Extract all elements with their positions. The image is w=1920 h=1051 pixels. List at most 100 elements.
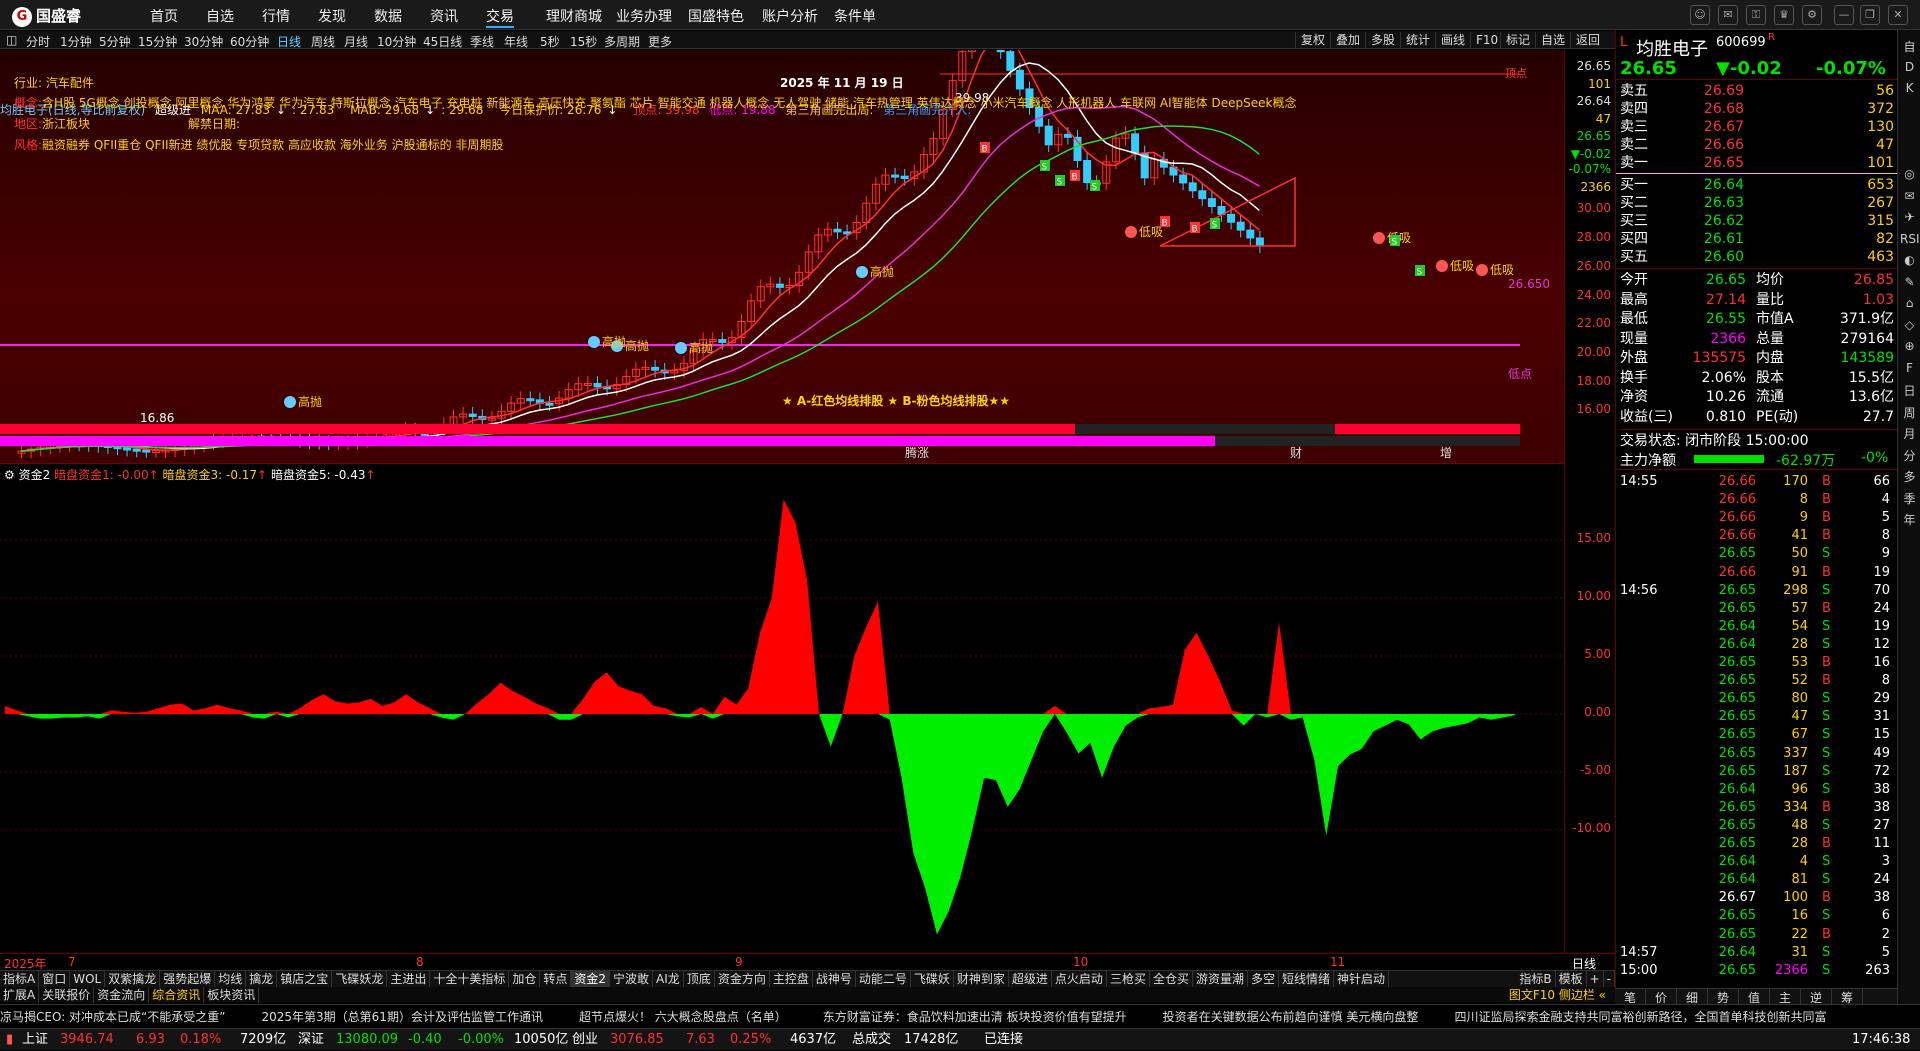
nav-6[interactable]: 交易 xyxy=(486,6,514,28)
indicator-tab-12[interactable]: 转点 xyxy=(540,971,572,987)
lock-icon[interactable]: ⚿ xyxy=(1746,5,1766,25)
chart-tool-3[interactable]: 统计 xyxy=(1400,32,1435,48)
nav-2[interactable]: 行情 xyxy=(262,6,290,26)
indicator-tab-19[interactable]: 战神号 xyxy=(813,971,856,987)
side-tool-14[interactable]: ⊕ xyxy=(1900,339,1919,353)
chart-tool-2[interactable]: 多股 xyxy=(1365,32,1400,48)
news-ticker[interactable]: 凉马揭CEO: 对冲成本已成“不能承受之重” 2025年第3期（总第61期）会计及… xyxy=(0,1004,1920,1028)
period-1[interactable]: 1分钟 xyxy=(60,33,92,50)
side-tool-8[interactable]: ✈ xyxy=(1900,210,1919,224)
indicator-tab-11[interactable]: 加仓 xyxy=(509,971,541,987)
nav-10[interactable]: 账户分析 xyxy=(762,6,818,26)
indicator-right-0[interactable]: 指标B xyxy=(1516,971,1556,987)
period-9[interactable]: 10分钟 xyxy=(377,33,416,50)
indicator-tab-15[interactable]: AI龙 xyxy=(653,971,684,987)
extension-tab-3[interactable]: 综合资讯 xyxy=(149,987,205,1003)
side-tool-17[interactable]: 周 xyxy=(1900,404,1919,421)
indicator-tab-0[interactable]: 指标A xyxy=(0,971,40,987)
period-3[interactable]: 15分钟 xyxy=(138,33,177,50)
period-0[interactable]: 分时 xyxy=(26,33,50,50)
indicator-tab-18[interactable]: 主控盘 xyxy=(770,971,813,987)
period-7[interactable]: 周线 xyxy=(311,33,335,50)
indicator-tab-10[interactable]: 十全十美指标 xyxy=(430,971,510,987)
news-item[interactable]: 东方财富证券：食品饮料加速出清 板块投资价值有望提升 xyxy=(823,1010,1127,1024)
side-tool-6[interactable]: ◎ xyxy=(1900,167,1919,181)
indicator-tab-28[interactable]: 多空 xyxy=(1248,971,1279,987)
indicator-tab-23[interactable]: 超级进 xyxy=(1009,971,1052,987)
indicator-right-1[interactable]: 模板 xyxy=(1556,971,1587,987)
side-tool-0[interactable]: 自 xyxy=(1900,38,1919,55)
side-tool-21[interactable]: 季 xyxy=(1900,490,1919,507)
chart-tool-7[interactable]: 自选 xyxy=(1535,32,1570,48)
nav-1[interactable]: 自选 xyxy=(206,6,234,26)
nav-8[interactable]: 业务办理 xyxy=(616,6,672,26)
indicator-tab-3[interactable]: 双紫擒龙 xyxy=(105,971,161,987)
indicator-tab-25[interactable]: 三枪买 xyxy=(1107,971,1150,987)
side-tool-1[interactable]: D xyxy=(1900,60,1919,74)
chart-tool-1[interactable]: 叠加 xyxy=(1330,32,1365,48)
period-16[interactable]: 更多 xyxy=(648,33,672,50)
indicator-tab-6[interactable]: 擒龙 xyxy=(246,971,278,987)
indicator-tab-5[interactable]: 均线 xyxy=(215,971,247,987)
period-2[interactable]: 5分钟 xyxy=(99,33,131,50)
fund-indicator-panel[interactable]: ⚙ 资金2 暗盘资金1: -0.00↑ 暗盘资金3: -0.17↑ 暗盘资金5:… xyxy=(0,463,1564,953)
chart-tool-4[interactable]: 画线 xyxy=(1435,32,1470,48)
news-item[interactable]: 凉马揭CEO: 对冲成本已成“不能承受之重” xyxy=(0,1010,226,1024)
news-item[interactable]: 投资者在关键数据公布前趋向谨慎 美元横向盘整 xyxy=(1163,1010,1419,1024)
extension-tab-4[interactable]: 板块资讯 xyxy=(204,987,260,1003)
indicator-tab-2[interactable]: WOL xyxy=(70,971,106,987)
period-4[interactable]: 30分钟 xyxy=(184,33,223,50)
news-item[interactable]: 四川证监局探索金融支持共同富裕创新路径，全国首单科技创新共同富 xyxy=(1454,1010,1826,1024)
nav-9[interactable]: 国盛特色 xyxy=(688,6,744,26)
indicator-tab-29[interactable]: 短线情绪 xyxy=(1279,971,1335,987)
f10-sidebar-toggle[interactable]: 图文F10 侧边栏 « xyxy=(1506,987,1609,1003)
maximize-icon[interactable]: ❐ xyxy=(1860,5,1880,25)
minimize-icon[interactable]: — xyxy=(1834,5,1854,25)
period-15[interactable]: 多周期 xyxy=(604,33,640,50)
extension-tab-2[interactable]: 资金流向 xyxy=(94,987,150,1003)
chart-tool-0[interactable]: 复权 xyxy=(1295,32,1330,48)
extension-tab-1[interactable]: 关联报价 xyxy=(39,987,95,1003)
indicator-tab-24[interactable]: 点火启动 xyxy=(1052,971,1107,987)
chart-tool-6[interactable]: 标记 xyxy=(1500,32,1535,48)
period-5[interactable]: 60分钟 xyxy=(230,33,269,50)
period-8[interactable]: 月线 xyxy=(344,33,368,50)
indicator-tab-20[interactable]: 动能二号 xyxy=(856,971,911,987)
skin-icon[interactable]: ♛ xyxy=(1774,5,1794,25)
close-icon[interactable]: ✕ xyxy=(1888,5,1908,25)
side-tool-12[interactable]: ⌂ xyxy=(1900,296,1919,310)
period-13[interactable]: 5秒 xyxy=(540,33,560,50)
news-item[interactable]: 2025年第3期（总第61期）会计及评估监管工作通讯 xyxy=(262,1010,543,1024)
indicator-tab-21[interactable]: 飞碟妖 xyxy=(911,971,954,987)
nav-0[interactable]: 首页 xyxy=(150,6,178,26)
indicator-tab-7[interactable]: 镇店之宝 xyxy=(277,971,333,987)
indicator-tab-30[interactable]: 神针启动 xyxy=(1334,971,1390,987)
extension-tab-0[interactable]: 扩展A xyxy=(0,987,40,1003)
candlestick-panel[interactable]: 39.9816.86低点26.650顶点高抛高抛高抛高抛高抛低吸低吸低吸低吸BS… xyxy=(0,50,1564,463)
indicator-tab-13[interactable]: 资金2 xyxy=(571,971,611,987)
nav-4[interactable]: 数据 xyxy=(374,6,402,26)
side-tool-2[interactable]: K xyxy=(1900,81,1919,95)
news-item[interactable]: 超节点爆火！ 六大概念股盘点（名单） xyxy=(579,1010,787,1024)
period-10[interactable]: 45日线 xyxy=(423,33,462,50)
period-11[interactable]: 季线 xyxy=(470,33,494,50)
side-tool-11[interactable]: ✎ xyxy=(1900,275,1919,289)
indicator-tab-27[interactable]: 游资量潮 xyxy=(1193,971,1248,987)
indicator-tab-1[interactable]: 窗口 xyxy=(39,971,71,987)
indicator-tab-22[interactable]: 财神到家 xyxy=(954,971,1009,987)
layout-icon[interactable]: ◫ xyxy=(6,33,17,47)
side-tool-10[interactable]: ◐ xyxy=(1900,253,1919,267)
side-tool-7[interactable]: ✉ xyxy=(1900,189,1919,203)
indicator-tab-17[interactable]: 资金方向 xyxy=(715,971,770,987)
mail-icon[interactable]: ✉ xyxy=(1718,5,1738,25)
side-tool-15[interactable]: F xyxy=(1900,361,1919,375)
nav-3[interactable]: 发现 xyxy=(318,6,346,26)
nav-7[interactable]: 理财商城 xyxy=(546,6,602,26)
chart-tool-5[interactable]: F10 xyxy=(1470,32,1503,48)
indicator-tab-14[interactable]: 宁波敢 xyxy=(610,971,654,987)
indicator-tab-4[interactable]: 强势起爆 xyxy=(160,971,216,987)
side-tool-13[interactable]: ◇ xyxy=(1900,318,1919,332)
side-tool-20[interactable]: 多 xyxy=(1900,468,1919,485)
side-tool-16[interactable]: 日 xyxy=(1900,382,1919,399)
side-tool-22[interactable]: 年 xyxy=(1900,511,1919,528)
